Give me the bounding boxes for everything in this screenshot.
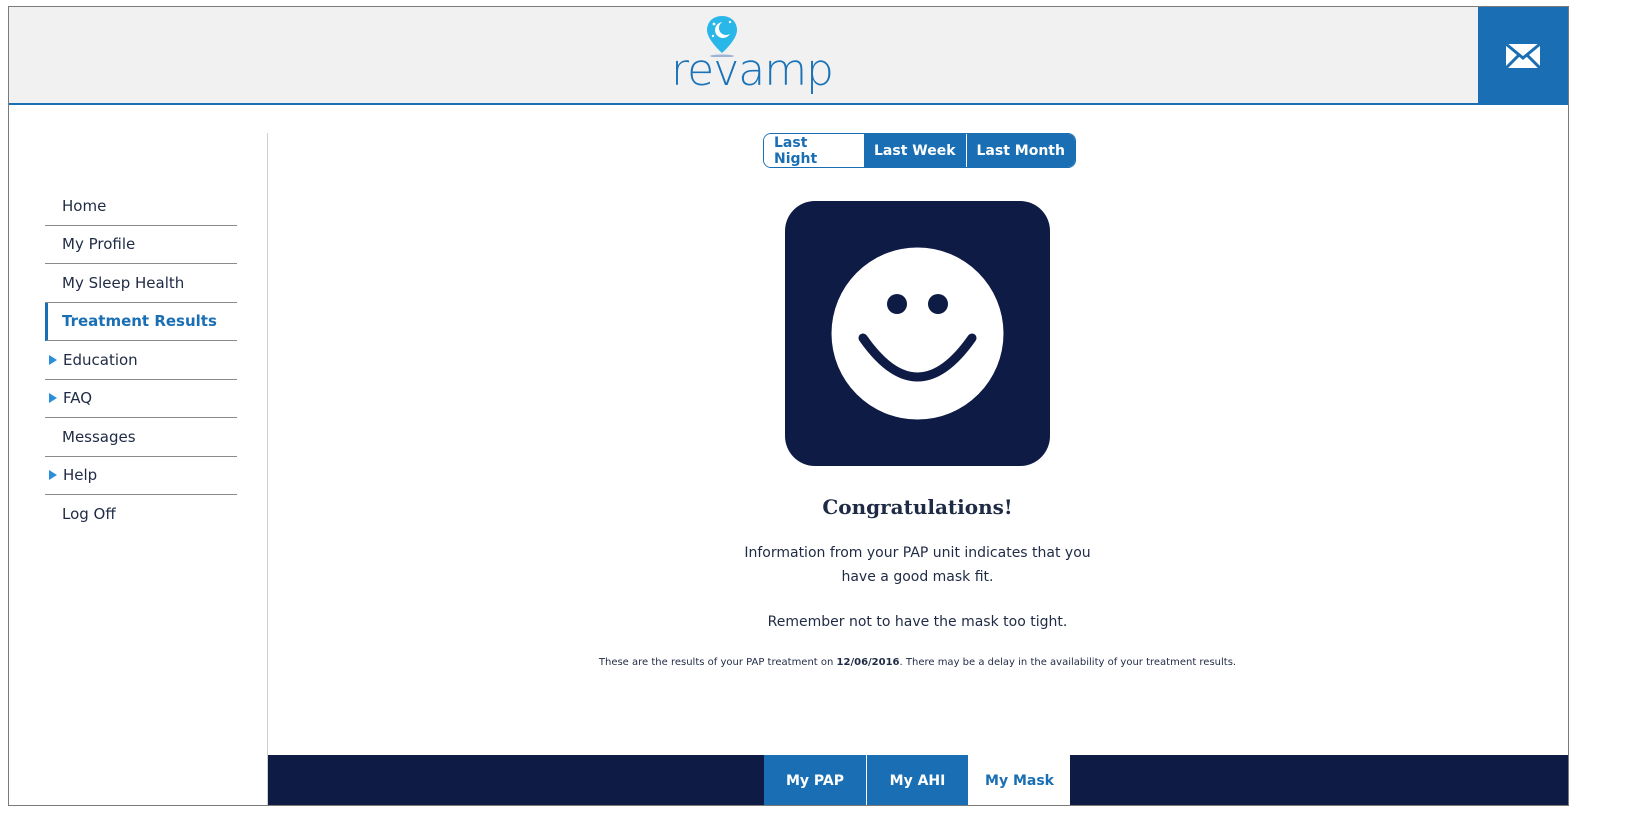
result-status-tile [785, 201, 1050, 466]
result-heading: Congratulations! [822, 495, 1013, 519]
messages-button[interactable] [1478, 7, 1568, 105]
sidebar-item-my-sleep-health[interactable]: My Sleep Health [45, 264, 237, 303]
note-suffix: . There may be a delay in the availabili… [899, 657, 1237, 668]
period-last-week-button[interactable]: Last Week [864, 134, 966, 167]
tab-my-mask[interactable]: My Mask [968, 755, 1070, 805]
sidebar-nav: Home My Profile My Sleep Health Treatmen… [45, 187, 237, 534]
logo-wordmark: revamp [671, 45, 834, 96]
period-last-month-button[interactable]: Last Month [965, 134, 1075, 167]
sidebar-item-label: Log Off [62, 505, 116, 524]
sidebar-item-log-off[interactable]: Log Off [45, 495, 237, 534]
sidebar-item-label: Treatment Results [62, 312, 217, 331]
sidebar-divider [267, 133, 268, 805]
result-message-line: Information from your PAP unit indicates… [744, 545, 1091, 561]
sidebar-item-label: My Sleep Health [62, 273, 185, 292]
period-selector: Last Night Last Week Last Month [763, 133, 1076, 168]
note-prefix: These are the results of your PAP treatm… [598, 657, 837, 668]
sidebar-item-home[interactable]: Home [45, 187, 237, 226]
sidebar-item-label: Help [63, 466, 98, 485]
sidebar-item-messages[interactable]: Messages [45, 418, 237, 457]
envelope-icon [1505, 43, 1541, 69]
sidebar-item-treatment-results[interactable]: Treatment Results [45, 302, 237, 341]
tab-my-pap[interactable]: My PAP [764, 755, 866, 805]
sidebar-item-label: Home [62, 196, 107, 215]
smiley-face-icon [831, 247, 1004, 420]
header-bar: revamp [9, 7, 1568, 105]
period-last-night-button[interactable]: Last Night [764, 134, 864, 167]
revamp-logo[interactable]: revamp [657, 15, 847, 103]
sidebar-item-help[interactable]: Help [45, 457, 237, 495]
sidebar-item-label: Messages [62, 427, 136, 446]
app-frame: revamp Home My Profile My Sleep Health T… [8, 6, 1569, 806]
result-tip: Remember not to have the mask too tight. [767, 614, 1068, 630]
expand-arrow-icon [49, 354, 57, 365]
sidebar-item-label: FAQ [63, 389, 93, 408]
sidebar-item-education[interactable]: Education [45, 341, 237, 380]
sidebar-item-label: My Profile [62, 235, 136, 254]
results-tabs: My PAP My AHI My Mask [764, 755, 1070, 805]
sidebar: Home My Profile My Sleep Health Treatmen… [9, 107, 267, 805]
sidebar-item-label: Education [63, 350, 138, 369]
results-date-note: These are the results of your PAP treatm… [267, 657, 1568, 668]
treatment-date: 12/06/2016 [836, 657, 900, 668]
tab-my-ahi[interactable]: My AHI [866, 755, 968, 805]
sidebar-item-faq[interactable]: FAQ [45, 380, 237, 418]
sidebar-item-my-profile[interactable]: My Profile [45, 226, 237, 264]
result-message-line: have a good mask fit. [841, 569, 994, 585]
expand-arrow-icon [49, 470, 57, 481]
results-footer-bar: My PAP My AHI My Mask [268, 755, 1568, 805]
expand-arrow-icon [49, 393, 57, 404]
